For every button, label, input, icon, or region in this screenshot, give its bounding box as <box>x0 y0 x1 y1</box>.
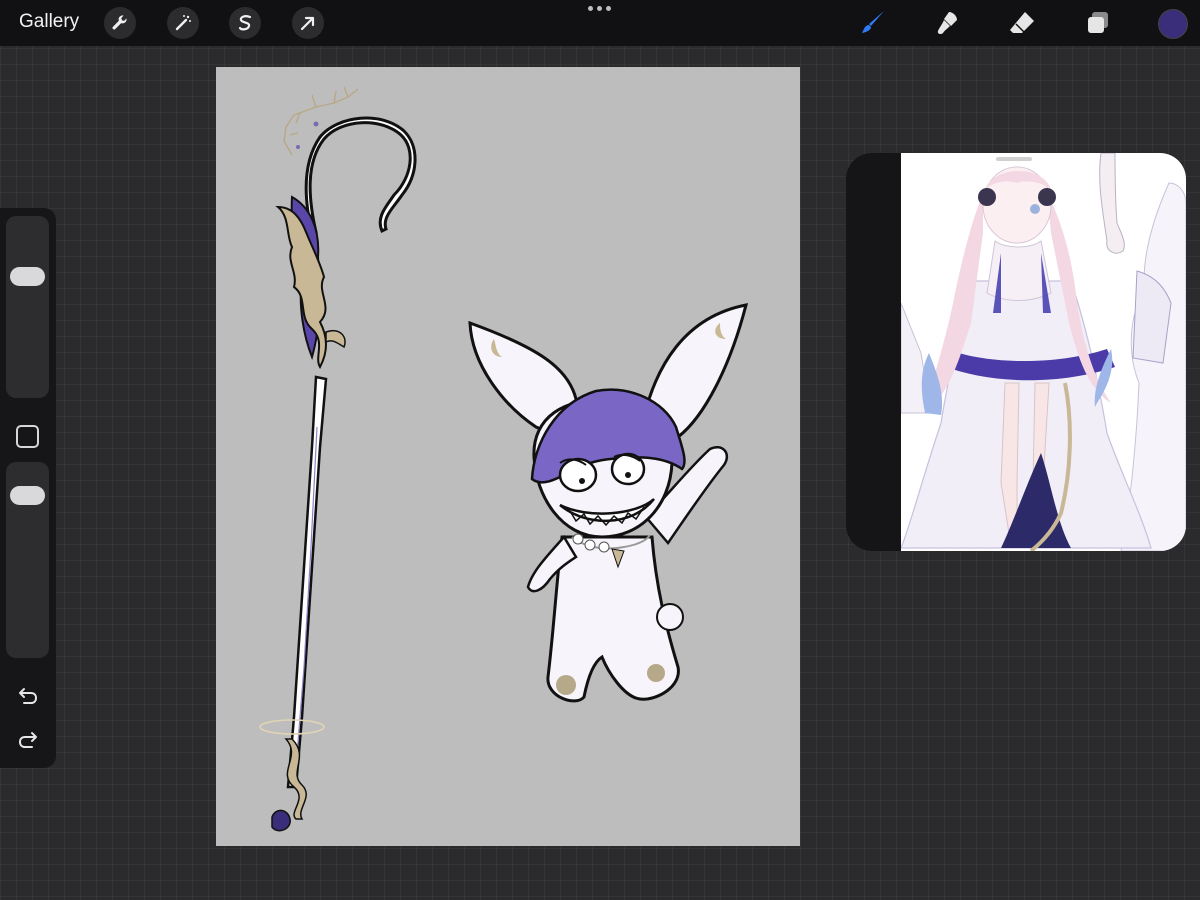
undo-icon <box>19 688 37 704</box>
drawing-canvas[interactable] <box>216 67 800 846</box>
smudge-icon <box>937 12 957 35</box>
redo-icon <box>19 732 37 748</box>
selection-button[interactable] <box>229 7 261 39</box>
bunny-creature-drawing <box>468 303 749 703</box>
dot <box>588 6 593 11</box>
staff-drawing <box>259 86 417 832</box>
left-sidebar <box>0 208 56 768</box>
opacity-thumb[interactable] <box>10 486 45 506</box>
layers-icon <box>1088 12 1108 33</box>
transform-button[interactable] <box>292 7 324 39</box>
redo-button[interactable] <box>14 726 42 754</box>
reference-illustration <box>900 153 1186 551</box>
dot <box>597 6 602 11</box>
selection-icon <box>238 15 252 31</box>
brush-size-slider[interactable] <box>6 216 49 398</box>
gallery-button[interactable]: Gallery <box>19 11 79 33</box>
eraser-tool-button[interactable] <box>1006 7 1038 39</box>
canvas-artwork <box>259 86 749 832</box>
brush-tool-button[interactable] <box>857 7 889 39</box>
dot <box>606 6 611 11</box>
brush-icon <box>862 11 884 33</box>
brush-size-thumb[interactable] <box>10 266 45 286</box>
adjustments-button[interactable] <box>167 7 199 39</box>
smudge-tool-button[interactable] <box>931 7 963 39</box>
layers-button[interactable] <box>1082 7 1114 39</box>
transform-arrow-icon <box>300 16 315 31</box>
color-picker-swatch[interactable] <box>1158 9 1188 39</box>
undo-button[interactable] <box>14 682 42 710</box>
reference-window[interactable] <box>846 153 1186 551</box>
magic-wand-icon <box>175 15 191 31</box>
eraser-icon <box>1010 12 1034 33</box>
top-toolbar: Gallery <box>0 0 1200 46</box>
wrench-icon <box>112 15 127 30</box>
reference-drag-handle[interactable] <box>996 157 1032 161</box>
character-reference-sheet <box>900 153 1186 551</box>
actions-button[interactable] <box>104 7 136 39</box>
more-options-dots[interactable] <box>588 6 611 11</box>
modify-button[interactable] <box>16 425 39 448</box>
